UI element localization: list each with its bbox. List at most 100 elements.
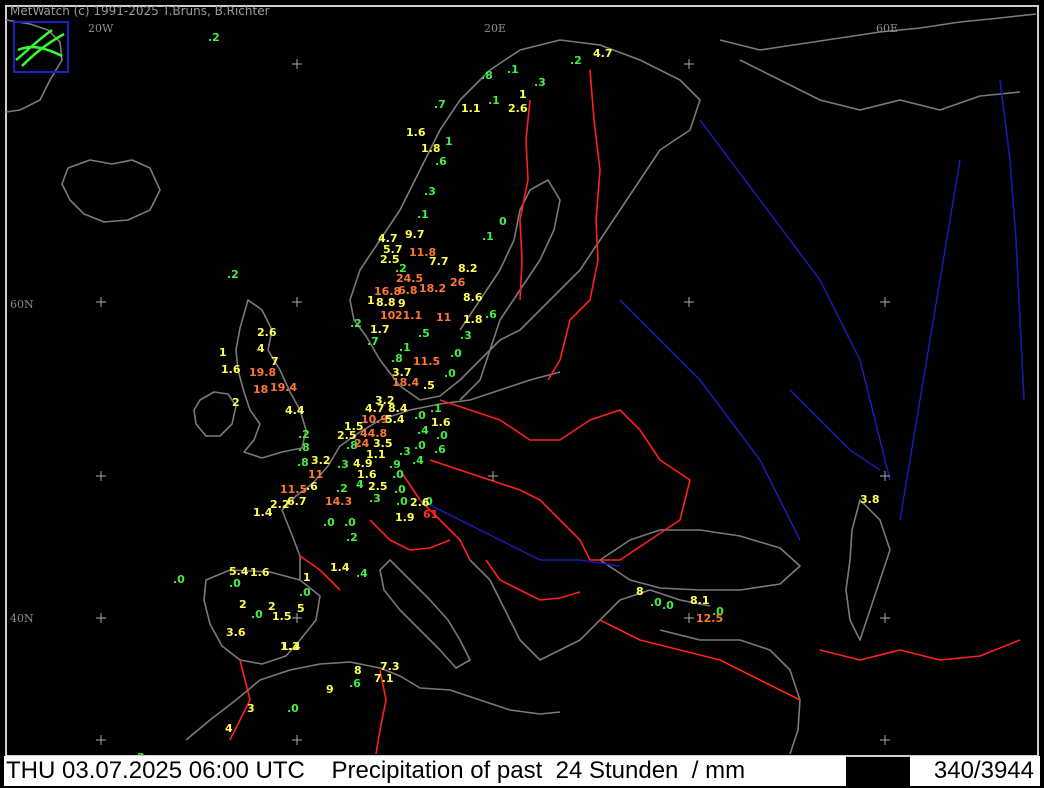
station-value: .3: [534, 76, 546, 89]
station-value: .8: [297, 456, 309, 469]
map-border: [5, 5, 1039, 757]
station-value: 1.3: [280, 640, 300, 653]
station-value: 8: [636, 585, 644, 598]
station-value: 18.2: [419, 282, 447, 295]
station-value: .6: [485, 308, 497, 321]
station-value: .1: [482, 230, 494, 243]
station-value: 18: [253, 383, 269, 396]
station-value: 1: [367, 294, 375, 307]
station-value: 1: [303, 571, 311, 584]
station-value: .0: [299, 586, 311, 599]
footer-caption: THU 03.07.2025 06:00 UTC Precipitation o…: [4, 756, 846, 786]
station-count: 340/3944: [910, 756, 1040, 786]
station-value: .5: [423, 379, 435, 392]
station-value: 19.4: [270, 381, 298, 394]
station-value: 9: [398, 297, 406, 310]
station-value: 61: [423, 508, 439, 521]
station-value: .0: [712, 605, 724, 618]
station-value: 19.8: [249, 366, 277, 379]
station-value: .0: [287, 702, 299, 715]
station-value: 5.4: [385, 413, 405, 426]
station-value: 18.4: [392, 376, 420, 389]
metwatch-logo-icon: [13, 21, 69, 73]
station-value: .3: [337, 458, 349, 471]
station-value: 26: [450, 276, 466, 289]
station-value: .0: [229, 577, 241, 590]
station-value: 1.8: [463, 313, 483, 326]
station-value: .4: [356, 567, 368, 580]
station-value: .4: [417, 424, 429, 437]
station-value: 4.7: [593, 47, 613, 60]
station-value: 21.1: [395, 309, 423, 322]
station-value: 8.6: [463, 291, 483, 304]
station-value: 2.5: [368, 480, 388, 493]
station-value: 4: [257, 342, 265, 355]
station-value: .8: [298, 441, 310, 454]
station-value: 3.6: [226, 626, 246, 639]
station-value: 8.1: [690, 594, 710, 607]
station-value: 1: [519, 88, 527, 101]
station-value: 2.6: [257, 326, 277, 339]
station-value: 6.7: [287, 495, 307, 508]
station-value: .0: [436, 429, 448, 442]
station-value: .5: [418, 327, 430, 340]
station-value: .0: [450, 347, 462, 360]
station-value: .1: [430, 402, 442, 415]
station-value: 5.4: [229, 565, 249, 578]
station-value: 11: [308, 468, 324, 481]
grid-label-20e: 20E: [484, 22, 507, 35]
station-value: 2.6: [410, 496, 430, 509]
station-value: 3.8: [860, 493, 880, 506]
map-canvas: [5, 5, 1039, 757]
station-value: .6: [306, 480, 318, 493]
grid-label-60n: 60N: [10, 298, 34, 311]
station-value: 1.4: [330, 561, 350, 574]
station-value: .6: [434, 443, 446, 456]
station-value: 8: [354, 664, 362, 677]
grid-label-20w: 20W: [88, 22, 114, 35]
credit-text: MetWatch (c) 1991-2025 T.Bruns, B.Richte…: [10, 4, 270, 18]
station-value: 1.8: [421, 142, 441, 155]
station-value: 6.8: [398, 284, 418, 297]
station-value: .8: [481, 69, 493, 82]
station-value: 2: [232, 396, 240, 409]
grid-label-60e: 60E: [876, 22, 899, 35]
station-value: .7: [367, 335, 379, 348]
station-value: .2: [336, 482, 348, 495]
station-value: .2: [227, 268, 239, 281]
station-value: .0: [650, 596, 662, 609]
station-value: .0: [444, 367, 456, 380]
station-value: .3: [424, 185, 436, 198]
station-value: .0: [396, 495, 408, 508]
station-value: .3: [369, 492, 381, 505]
precipitation-map: MetWatch (c) 1991-2025 T.Bruns, B.Richte…: [0, 0, 1044, 788]
station-value: 1: [445, 135, 453, 148]
station-value: .4: [412, 454, 424, 467]
station-value: .2: [208, 31, 220, 44]
grid-label-40n: 40N: [10, 612, 34, 625]
station-value: .2: [350, 317, 362, 330]
station-value: .1: [488, 94, 500, 107]
station-value: .1: [417, 208, 429, 221]
station-value: 1.7: [370, 323, 390, 336]
station-value: 2: [239, 598, 247, 611]
station-value: 1.4: [253, 506, 273, 519]
station-value: .3: [399, 445, 411, 458]
station-value: 3.2: [311, 454, 331, 467]
station-value: 9.7: [405, 228, 425, 241]
station-value: 4: [225, 722, 233, 735]
station-value: .0: [323, 516, 335, 529]
station-value: .0: [173, 573, 185, 586]
station-value: 1.6: [221, 363, 241, 376]
station-value: 11: [436, 311, 452, 324]
station-value: 1.6: [431, 416, 451, 429]
station-value: 10: [380, 309, 396, 322]
station-value: .2: [346, 531, 358, 544]
station-value: .7: [434, 98, 446, 111]
station-value: .0: [251, 608, 263, 621]
station-value: .0: [392, 468, 404, 481]
station-value: 3: [247, 702, 255, 715]
station-value: .0: [414, 409, 426, 422]
station-value: .6: [435, 155, 447, 168]
station-value: .2: [298, 428, 310, 441]
